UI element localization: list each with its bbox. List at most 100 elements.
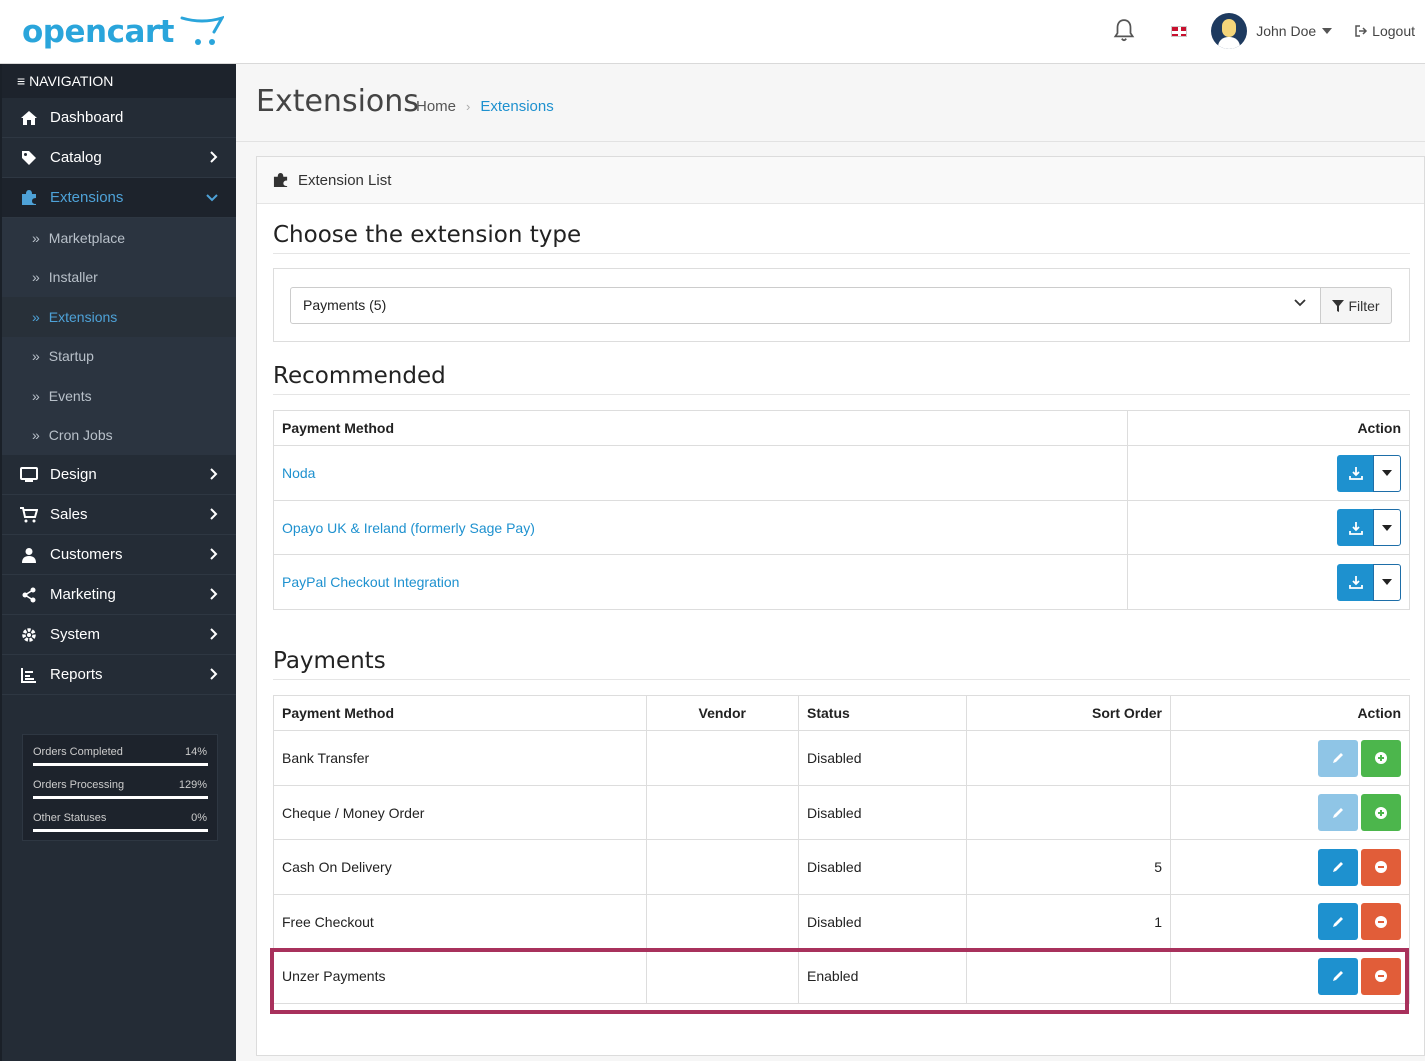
stat-label: Orders Completed: [33, 746, 123, 758]
sidebar-item-customers[interactable]: Customers: [2, 535, 236, 575]
sidebar-item-catalog[interactable]: Catalog: [2, 138, 236, 178]
sidebar-subitem-events[interactable]: » Events: [2, 376, 236, 416]
payment-status: Disabled: [798, 785, 967, 840]
logo-text: opencart: [22, 14, 174, 50]
stat-label: Other Statuses: [33, 812, 107, 824]
opencart-logo[interactable]: opencart: [22, 10, 224, 54]
filter-button[interactable]: Filter: [1320, 287, 1392, 324]
sidebar-item-label: Customers: [50, 546, 123, 563]
edit-button[interactable]: [1318, 903, 1358, 940]
stat-progress-bar: [33, 829, 208, 832]
download-icon: [1349, 467, 1363, 480]
logout-link[interactable]: Logout: [1354, 23, 1415, 39]
dropdown-toggle-button[interactable]: [1373, 509, 1401, 546]
minus-circle-icon: [1375, 915, 1387, 928]
sidebar-item-label: Catalog: [50, 149, 102, 166]
monitor-icon: [20, 466, 38, 484]
sidebar-subitem-startup[interactable]: » Startup: [2, 336, 236, 376]
payment-sort-order: [966, 785, 1171, 840]
chevron-right-icon: [210, 468, 218, 480]
dropdown-toggle-button[interactable]: [1373, 454, 1401, 492]
edit-button[interactable]: [1318, 848, 1358, 886]
column-header-sort-order: Sort Order: [966, 695, 1171, 731]
breadcrumb-current[interactable]: Extensions: [480, 98, 553, 115]
logout-label: Logout: [1372, 23, 1415, 39]
cart-logo-icon: [180, 15, 224, 45]
pencil-icon: [1333, 971, 1343, 981]
double-chevron-icon: »: [32, 387, 40, 404]
sidebar-item-label: Sales: [50, 506, 88, 523]
plus-circle-icon: [1375, 806, 1387, 819]
sidebar-item-design[interactable]: Design: [2, 455, 236, 495]
card-title: Extension List: [298, 171, 392, 189]
edit-button[interactable]: [1318, 739, 1358, 777]
edit-button[interactable]: [1318, 957, 1358, 995]
sidebar-subitem-cron-jobs[interactable]: » Cron Jobs: [2, 415, 236, 455]
extension-list-card: Extension List Choose the extension type…: [256, 156, 1425, 1056]
extension-link[interactable]: Opayo UK & Ireland (formerly Sage Pay): [282, 520, 535, 536]
caret-down-icon: [1382, 524, 1392, 531]
table-row: Free Checkout Disabled 1: [273, 894, 1410, 949]
dropdown-toggle-button[interactable]: [1373, 563, 1401, 601]
install-button[interactable]: [1361, 794, 1401, 831]
sidebar-subitem-installer[interactable]: » Installer: [2, 257, 236, 297]
subitem-label: Events: [48, 387, 92, 404]
stat-value: 14%: [184, 746, 207, 758]
payment-status: Enabled: [798, 948, 967, 1004]
table-row: Cheque / Money Order Disabled: [273, 785, 1410, 840]
sidebar-item-label: Marketing: [50, 586, 116, 603]
breadcrumb-home[interactable]: Home: [416, 98, 456, 115]
edit-button[interactable]: [1318, 794, 1358, 831]
sidebar-item-reports[interactable]: Reports: [2, 655, 236, 695]
table-row: PayPal Checkout Integration: [273, 554, 1410, 610]
column-header-action: Action: [1170, 695, 1410, 731]
chevron-right-icon: [210, 668, 218, 680]
user-name[interactable]: John Doe: [1256, 23, 1316, 39]
uninstall-button[interactable]: [1361, 957, 1401, 995]
extension-link[interactable]: Noda: [282, 465, 315, 481]
download-button[interactable]: [1337, 509, 1375, 546]
select-value: Payments (5): [303, 297, 387, 313]
nav-title: NAVIGATION: [29, 73, 114, 89]
extension-link[interactable]: PayPal Checkout Integration: [282, 574, 459, 590]
download-icon: [1349, 576, 1363, 589]
chevron-right-icon: [210, 508, 218, 520]
payment-vendor: [646, 730, 799, 786]
chevron-right-icon: [210, 151, 218, 163]
stat-value: 129%: [178, 779, 207, 791]
sidebar-item-system[interactable]: System: [2, 615, 236, 655]
payment-vendor: [646, 894, 799, 949]
chevron-right-icon: [210, 588, 218, 600]
minus-circle-icon: [1375, 861, 1387, 873]
sidebar-item-extensions[interactable]: Extensions: [2, 178, 236, 218]
language-flag-icon[interactable]: [1171, 25, 1188, 37]
avatar[interactable]: [1211, 13, 1248, 49]
main-content: Extensions Home › Extensions Extension L…: [236, 64, 1425, 1061]
install-button[interactable]: [1361, 739, 1401, 777]
download-icon: [1349, 521, 1363, 535]
logout-icon: [1355, 25, 1368, 37]
extension-type-select[interactable]: Payments (5): [290, 287, 1321, 324]
payment-vendor: [646, 839, 799, 895]
sidebar-item-sales[interactable]: Sales: [2, 495, 236, 535]
uninstall-button[interactable]: [1361, 903, 1401, 940]
nav-header[interactable]: ≡ NAVIGATION: [2, 64, 236, 98]
breadcrumb-separator-icon: ›: [466, 99, 471, 114]
sidebar-item-dashboard[interactable]: Dashboard: [2, 98, 236, 138]
sidebar-item-label: System: [50, 626, 101, 643]
download-button[interactable]: [1337, 563, 1375, 601]
divider: [273, 253, 1410, 254]
double-chevron-icon: »: [32, 348, 40, 365]
page-title: Extensions: [256, 84, 419, 119]
payment-status: Disabled: [798, 730, 967, 786]
sidebar-item-label: Extensions: [50, 189, 124, 206]
column-header-payment-method: Payment Method: [273, 695, 647, 731]
uninstall-button[interactable]: [1361, 848, 1401, 886]
sidebar-item-marketing[interactable]: Marketing: [2, 575, 236, 615]
gear-icon: [20, 626, 38, 644]
download-button[interactable]: [1337, 454, 1375, 492]
chevron-down-icon[interactable]: [1322, 28, 1333, 34]
sidebar-subitem-extensions[interactable]: » Extensions: [2, 297, 236, 337]
bell-icon[interactable]: [1111, 18, 1137, 44]
sidebar-subitem-marketplace[interactable]: » Marketplace: [2, 218, 236, 258]
